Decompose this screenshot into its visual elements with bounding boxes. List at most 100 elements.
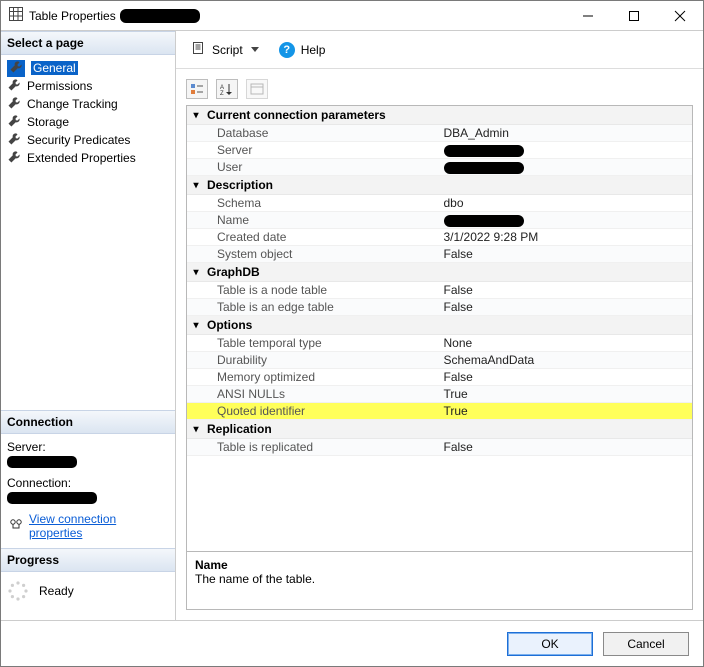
property-value: DBA_Admin	[444, 126, 509, 140]
page-nav-item[interactable]: Extended Properties	[3, 149, 173, 167]
collapse-icon[interactable]: ▾	[191, 424, 201, 435]
page-nav-label: Permissions	[27, 79, 92, 93]
svg-text:Z: Z	[220, 91, 224, 95]
property-row[interactable]: Durability SchemaAndData	[187, 352, 692, 369]
connection-redacted	[7, 492, 97, 504]
property-value: False	[444, 247, 473, 261]
property-key: Server	[187, 142, 440, 158]
right-pane: Script ? Help AZ	[176, 31, 703, 620]
view-connection-properties-link[interactable]: View connection properties	[29, 512, 167, 540]
categorized-view-button[interactable]	[186, 79, 208, 99]
collapse-icon[interactable]: ▾	[191, 180, 201, 191]
server-label: Server:	[7, 440, 169, 454]
page-nav-label: Security Predicates	[27, 133, 130, 147]
collapse-icon[interactable]: ▾	[191, 110, 201, 121]
script-label: Script	[212, 43, 243, 57]
property-row[interactable]: Table is a node tableFalse	[187, 282, 692, 299]
connection-header: Connection	[1, 410, 175, 434]
property-key: Schema	[187, 195, 440, 211]
property-category: ▾ Options	[187, 316, 692, 335]
ok-button[interactable]: OK	[507, 632, 593, 656]
page-nav: General Permissions Change Tracking Storage…	[1, 55, 175, 171]
property-key: Table is an edge table	[187, 299, 440, 315]
connection-info: Server: Connection: View connection prop…	[1, 434, 175, 548]
property-category: ▾ Description	[187, 176, 692, 195]
page-nav-item[interactable]: Permissions	[3, 77, 173, 95]
property-row[interactable]: User	[187, 159, 692, 176]
property-grid-toolbar: AZ	[186, 77, 693, 105]
property-value: False	[444, 283, 473, 297]
property-category: ▾ Replication	[187, 420, 692, 439]
property-row[interactable]: Schemadbo	[187, 195, 692, 212]
property-value: False	[444, 300, 473, 314]
property-value: True	[444, 387, 468, 401]
property-key: Memory optimized	[187, 369, 440, 385]
page-nav-label: General	[31, 61, 78, 75]
connection-label: Connection:	[7, 476, 169, 490]
property-row[interactable]: Database DBA_Admin	[187, 125, 692, 142]
wrench-icon	[7, 78, 21, 95]
description-pane: Name The name of the table.	[186, 552, 693, 610]
property-key: Name	[187, 212, 440, 228]
property-row[interactable]: Server	[187, 142, 692, 159]
server-redacted	[7, 456, 77, 468]
page-nav-item[interactable]: Storage	[3, 113, 173, 131]
property-key: ANSI NULLs	[187, 386, 440, 402]
minimize-button[interactable]	[565, 1, 611, 31]
alphabetical-view-button[interactable]: AZ	[216, 79, 238, 99]
maximize-button[interactable]	[611, 1, 657, 31]
property-row[interactable]: Name	[187, 212, 692, 229]
dialog-window: Table Properties Select a page GeneralPe…	[0, 0, 704, 667]
property-value: 3/1/2022 9:28 PM	[444, 230, 539, 244]
property-key: Database	[187, 125, 440, 141]
titlebar-redacted	[120, 9, 200, 23]
property-category: ▾GraphDB	[187, 263, 692, 282]
property-category: ▾Current connection parameters	[187, 106, 692, 125]
property-row[interactable]: Table is an edge table False	[187, 299, 692, 316]
property-key: Table temporal type	[187, 335, 440, 351]
help-button[interactable]: ? Help	[273, 38, 332, 62]
progress-box: Ready	[1, 572, 175, 620]
page-nav-item[interactable]: Change Tracking	[3, 95, 173, 113]
close-button[interactable]	[657, 1, 703, 31]
property-value: True	[444, 404, 468, 418]
property-row[interactable]: Table is replicated False	[187, 439, 692, 456]
collapse-icon[interactable]: ▾	[191, 320, 201, 331]
titlebar-title: Table Properties	[29, 9, 116, 23]
progress-spinner-icon	[7, 580, 29, 602]
description-text: The name of the table.	[195, 572, 684, 586]
script-button[interactable]: Script	[186, 37, 265, 62]
property-key: User	[187, 159, 440, 175]
dialog-footer: OK Cancel	[1, 620, 703, 666]
property-grid: ▾Current connection parametersDatabase DB…	[186, 105, 693, 552]
cancel-button[interactable]: Cancel	[603, 632, 689, 656]
page-nav-item[interactable]: Security Predicates	[3, 131, 173, 149]
property-key: Table is replicated	[187, 439, 440, 455]
help-icon: ?	[279, 42, 295, 58]
connection-properties-icon	[9, 518, 23, 535]
page-nav-label: Change Tracking	[27, 97, 118, 111]
property-row[interactable]: Memory optimizedFalse	[187, 369, 692, 386]
wrench-icon	[7, 132, 21, 149]
redacted-value	[444, 162, 524, 174]
progress-status: Ready	[39, 584, 74, 598]
property-row[interactable]: Table temporal typeNone	[187, 335, 692, 352]
property-pages-button[interactable]	[246, 79, 268, 99]
property-row[interactable]: Created date3/1/2022 9:28 PM	[187, 229, 692, 246]
property-category-name: Options	[207, 318, 252, 332]
property-value: SchemaAndData	[444, 353, 535, 367]
property-category-name: Description	[207, 178, 273, 192]
property-row[interactable]: System objectFalse	[187, 246, 692, 263]
script-dropdown-icon	[251, 43, 259, 57]
wrench-icon	[7, 150, 21, 167]
collapse-icon[interactable]: ▾	[191, 267, 201, 278]
help-label: Help	[301, 43, 326, 57]
page-nav-item[interactable]: General	[3, 59, 173, 77]
property-row[interactable]: ANSI NULLs True	[187, 386, 692, 403]
property-key: Durability	[187, 352, 440, 368]
wrench-icon	[7, 114, 21, 131]
wrench-icon	[7, 60, 25, 77]
property-category-name: Replication	[207, 422, 272, 436]
property-value: False	[444, 440, 473, 454]
property-row[interactable]: Quoted identifierTrue	[187, 403, 692, 420]
